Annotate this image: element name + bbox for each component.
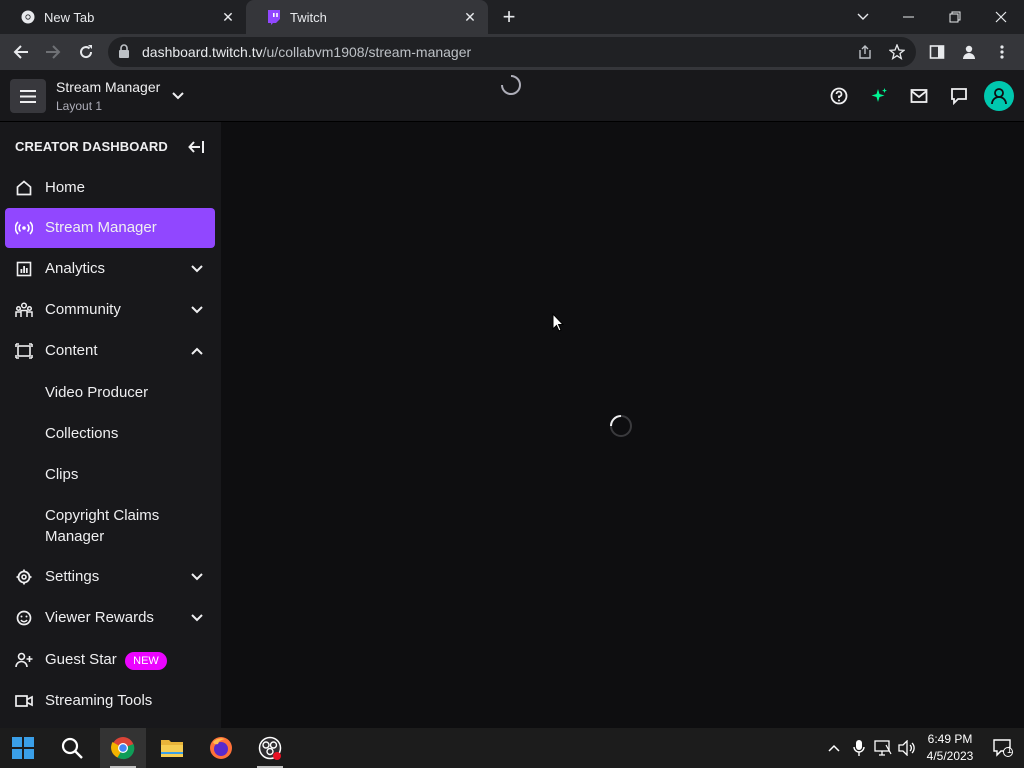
forward-button[interactable] <box>40 39 66 65</box>
back-button[interactable] <box>8 39 34 65</box>
close-tab-icon[interactable]: ✕ <box>462 9 478 25</box>
sidebar-subitem-copyright-claims-manager[interactable]: Copyright Claims Manager <box>45 505 185 547</box>
microphone-icon[interactable] <box>848 728 870 768</box>
close-tab-icon[interactable]: ✕ <box>220 9 236 25</box>
add-person-icon <box>15 651 33 669</box>
file-explorer-icon[interactable] <box>149 728 195 768</box>
new-badge: NEW <box>125 652 167 670</box>
loading-spinner-icon <box>609 414 633 443</box>
tab-title: Twitch <box>290 9 327 25</box>
sidebar-item-label: Streaming Tools <box>45 692 153 709</box>
collapse-sidebar-icon[interactable] <box>185 137 207 157</box>
chevron-down-icon[interactable] <box>168 86 188 106</box>
help-icon[interactable] <box>828 85 850 107</box>
sidebar-subitem-video-producer[interactable]: Video Producer <box>45 382 148 403</box>
windows-start-icon[interactable] <box>0 728 46 768</box>
broadcast-icon <box>15 219 33 237</box>
analytics-icon <box>15 260 33 278</box>
firefox-icon[interactable] <box>198 728 244 768</box>
content-icon <box>15 342 33 360</box>
chat-bubble-icon[interactable] <box>948 85 970 107</box>
tab-search-icon[interactable] <box>840 0 886 34</box>
notification-icon[interactable]: 1 <box>988 728 1018 768</box>
url-host: dashboard.twitch.tv <box>142 44 263 60</box>
gear-icon <box>15 568 33 586</box>
smiley-icon <box>15 609 33 627</box>
chevron-down-icon <box>189 569 205 585</box>
chevron-down-icon <box>189 261 205 277</box>
reload-button[interactable] <box>73 39 99 65</box>
sidebar-item-guest-star[interactable]: Guest Star <box>5 640 215 680</box>
avatar[interactable] <box>984 81 1014 111</box>
mouse-cursor-icon <box>552 312 565 337</box>
tab-title: New Tab <box>44 9 95 25</box>
sidebar-item-label: Content <box>45 342 98 359</box>
obs-icon[interactable] <box>247 728 293 768</box>
layout-name: Layout 1 <box>56 99 103 113</box>
chevron-down-icon <box>189 302 205 318</box>
sidebar-item-label: Guest Star <box>45 651 117 668</box>
inbox-icon[interactable] <box>908 85 930 107</box>
sparkle-icon[interactable] <box>868 85 890 107</box>
clock-time[interactable]: 6:49 PM <box>920 732 980 746</box>
sidebar-item-settings[interactable]: Settings <box>5 557 215 597</box>
clock-date[interactable]: 4/5/2023 <box>920 749 980 763</box>
sidebar-item-label: Community <box>45 301 121 318</box>
profile-icon[interactable] <box>956 39 982 65</box>
community-icon <box>15 301 33 319</box>
sidebar-item-home[interactable]: Home <box>5 168 215 208</box>
page-title: Stream Manager <box>56 79 161 95</box>
taskbar-chrome-icon[interactable] <box>100 728 146 768</box>
chrome-icon <box>20 9 36 25</box>
address-bar[interactable]: dashboard.twitch.tv/u/collabvm1908/strea… <box>108 37 916 67</box>
sidebar-item-label: Viewer Rewards <box>45 609 154 626</box>
new-tab-button[interactable]: + <box>498 6 520 28</box>
share-icon[interactable] <box>856 43 874 61</box>
loading-spinner-icon <box>500 74 522 101</box>
windows-taskbar: 6:49 PM 4/5/2023 1 <box>0 728 1024 768</box>
twitch-logo-icon <box>266 9 282 25</box>
dashboard-top-nav: Stream Manager Layout 1 <box>0 70 1024 122</box>
search-icon[interactable] <box>49 728 95 768</box>
close-window-button[interactable] <box>978 0 1024 34</box>
sidebar-item-label: Stream Manager <box>45 219 157 236</box>
sidebar-item-viewer-rewards[interactable]: Viewer Rewards <box>5 598 215 638</box>
notification-count: 1 <box>1007 745 1013 755</box>
sidebar-subitem-collections[interactable]: Collections <box>45 423 118 444</box>
hamburger-menu-button[interactable] <box>10 79 46 113</box>
sidebar-item-analytics[interactable]: Analytics <box>5 249 215 289</box>
camera-icon <box>15 692 33 710</box>
chevron-up-icon <box>189 343 205 359</box>
restore-button[interactable] <box>932 0 978 34</box>
minimize-button[interactable] <box>886 0 932 34</box>
tab-new-tab[interactable]: New Tab ✕ <box>0 0 246 34</box>
tab-twitch[interactable]: Twitch ✕ <box>246 0 488 34</box>
sidebar-item-label: Analytics <box>45 260 106 277</box>
bookmark-star-icon[interactable] <box>888 43 906 61</box>
side-panel-icon[interactable] <box>924 39 950 65</box>
sidebar-title: CREATOR DASHBOARD <box>15 139 168 154</box>
sidebar-item-stream-manager[interactable]: Stream Manager <box>5 208 215 248</box>
lock-icon <box>118 44 130 63</box>
sidebar-item-label: Settings <box>45 568 100 585</box>
url-path: /u/collabvm1908/stream-manager <box>262 44 472 60</box>
url-text: dashboard.twitch.tv/u/collabvm1908/strea… <box>142 44 471 60</box>
main-content-area <box>221 122 1024 728</box>
sidebar-item-streaming-tools[interactable]: Streaming Tools <box>5 681 215 721</box>
sidebar-item-content[interactable]: Content <box>5 331 215 371</box>
chrome-menu-icon[interactable] <box>989 39 1015 65</box>
chevron-down-icon <box>189 610 205 626</box>
volume-icon[interactable] <box>896 728 918 768</box>
browser-tab-strip: New Tab ✕ Twitch ✕ + <box>0 0 1024 34</box>
sidebar-subitem-clips[interactable]: Clips <box>45 464 78 485</box>
sidebar-item-label: Home <box>45 179 86 196</box>
sidebar-item-community[interactable]: Community <box>5 290 215 330</box>
home-icon <box>15 179 33 197</box>
network-icon[interactable] <box>871 728 895 768</box>
chevron-up-icon[interactable] <box>822 728 846 768</box>
browser-toolbar: dashboard.twitch.tv/u/collabvm1908/strea… <box>0 34 1024 70</box>
